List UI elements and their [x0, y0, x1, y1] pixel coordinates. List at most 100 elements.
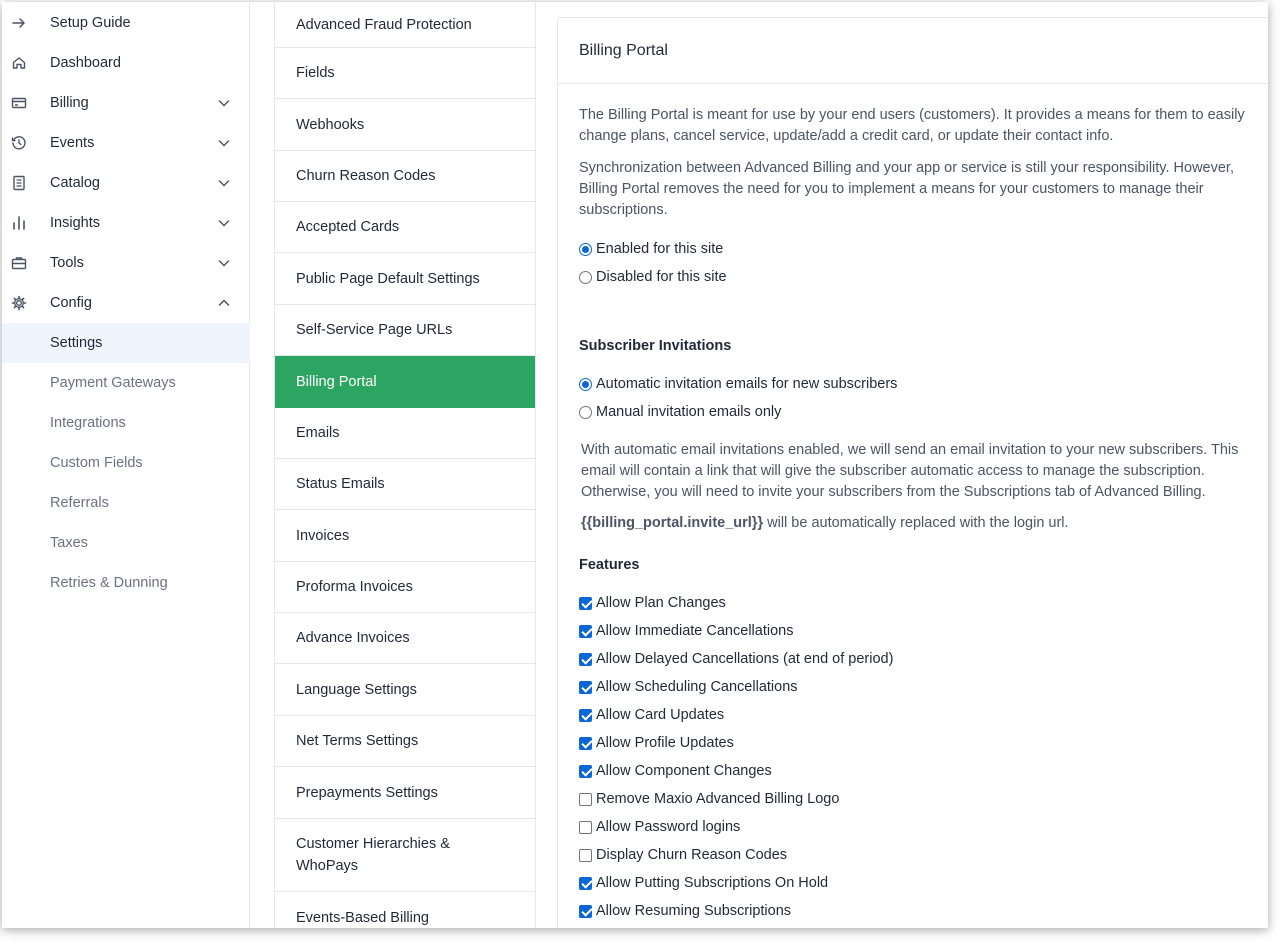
nav-item-events[interactable]: Events: [2, 123, 250, 163]
nav-sub-label: Retries & Dunning: [50, 575, 168, 591]
settings-item-customer-hierarchies[interactable]: Customer Hierarchies & WhoPays: [275, 819, 535, 892]
checkbox[interactable]: [579, 820, 592, 834]
settings-item-label: Status Emails: [296, 476, 385, 492]
radio-label: Enabled for this site: [596, 241, 724, 257]
nav-item-label: Setup Guide: [50, 15, 131, 31]
settings-item-prepayments-settings[interactable]: Prepayments Settings: [275, 767, 535, 819]
feature-remove-logo[interactable]: Remove Maxio Advanced Billing Logo: [579, 789, 839, 809]
checkbox-label: Allow Delayed Cancellations (at end of p…: [596, 651, 894, 667]
radio-enabled-site[interactable]: Enabled for this site: [579, 239, 723, 259]
settings-item-events-based-billing[interactable]: Events-Based Billing: [275, 892, 535, 928]
checkbox[interactable]: [579, 708, 592, 722]
checkbox[interactable]: [579, 736, 592, 750]
settings-item-accepted-cards[interactable]: Accepted Cards: [275, 202, 535, 253]
nav-sub-payment-gateways[interactable]: Payment Gateways: [2, 363, 250, 403]
panel-header: Billing Portal: [558, 18, 1268, 84]
settings-item-label: Webhooks: [296, 116, 365, 133]
chevron-up-icon[interactable]: [216, 295, 232, 311]
nav-item-dashboard[interactable]: Dashboard: [2, 43, 250, 83]
checkbox[interactable]: [579, 764, 592, 778]
nav-sub-label: Taxes: [50, 535, 88, 551]
nav-item-catalog[interactable]: Catalog: [2, 163, 250, 203]
nav-item-setup-guide[interactable]: Setup Guide: [2, 3, 250, 43]
settings-item-language-settings[interactable]: Language Settings: [275, 664, 535, 716]
nav-sub-retries-dunning[interactable]: Retries & Dunning: [2, 563, 250, 603]
settings-item-billing-portal[interactable]: Billing Portal: [275, 356, 535, 408]
feature-allow-scheduling-cancellations[interactable]: Allow Scheduling Cancellations: [579, 677, 798, 697]
checkbox-label: Allow Putting Subscriptions On Hold: [596, 875, 829, 891]
arrow-right-icon: [10, 14, 28, 32]
nav-sub-label: Settings: [50, 335, 103, 351]
radio-manual[interactable]: [579, 405, 592, 419]
sync-paragraph: Synchronization between Advanced Billing…: [579, 160, 1234, 218]
home-icon: [10, 54, 28, 72]
checkbox[interactable]: [579, 652, 592, 666]
feature-allow-profile-updates[interactable]: Allow Profile Updates: [579, 733, 734, 753]
radio-disabled-site[interactable]: Disabled for this site: [579, 267, 727, 287]
feature-allow-card-updates[interactable]: Allow Card Updates: [579, 705, 724, 725]
feature-allow-plan-changes[interactable]: Allow Plan Changes: [579, 593, 726, 613]
radio-disabled[interactable]: [579, 270, 592, 284]
settings-item-label: Accepted Cards: [296, 219, 400, 235]
feature-allow-password-logins[interactable]: Allow Password logins: [579, 817, 740, 837]
nav-sub-settings[interactable]: Settings: [2, 323, 250, 363]
checkbox[interactable]: [579, 792, 592, 806]
settings-item-self-service-page-urls[interactable]: Self-Service Page URLs: [275, 305, 535, 356]
checkbox[interactable]: [579, 680, 592, 694]
nav-sub-integrations[interactable]: Integrations: [2, 403, 250, 443]
catalog-icon: [10, 174, 28, 192]
chevron-down-icon[interactable]: [216, 95, 232, 111]
nav-sub-taxes[interactable]: Taxes: [2, 523, 250, 563]
chevron-down-icon[interactable]: [216, 175, 232, 191]
settings-item-label: Public Page Default Settings: [296, 270, 480, 287]
radio-automatic[interactable]: [579, 377, 592, 391]
features-title: Features: [579, 557, 640, 573]
settings-item-advanced-fraud-protection[interactable]: Advanced Fraud Protection: [275, 2, 535, 48]
checkbox-label: Allow Profile Updates: [596, 735, 734, 751]
nav-item-insights[interactable]: Insights: [2, 203, 250, 243]
radio-enabled[interactable]: [579, 242, 592, 256]
settings-item-emails[interactable]: Emails: [275, 408, 535, 459]
checkbox[interactable]: [579, 848, 592, 862]
app-window: Setup Guide Dashboard Billing Events Cat…: [2, 2, 1268, 928]
settings-item-label: Churn Reason Codes: [296, 168, 436, 184]
nav-sub-referrals[interactable]: Referrals: [2, 483, 250, 523]
checkbox[interactable]: [579, 876, 592, 890]
feature-allow-delayed-cancellations[interactable]: Allow Delayed Cancellations (at end of p…: [579, 649, 893, 669]
settings-item-churn-reason-codes[interactable]: Churn Reason Codes: [275, 151, 535, 202]
subscriber-invitations-title: Subscriber Invitations: [579, 338, 732, 354]
settings-item-public-page-default-settings[interactable]: Public Page Default Settings: [275, 253, 535, 305]
feature-display-churn-reason-codes[interactable]: Display Churn Reason Codes: [579, 845, 787, 865]
invite-url-text: will be automatically replaced with the …: [763, 515, 1069, 531]
radio-automatic-invitations[interactable]: Automatic invitation emails for new subs…: [579, 374, 897, 394]
chevron-down-icon[interactable]: [216, 215, 232, 231]
settings-item-invoices[interactable]: Invoices: [275, 510, 535, 562]
checkbox[interactable]: [579, 904, 592, 918]
settings-item-label: Invoices: [296, 527, 350, 544]
nav-item-tools[interactable]: Tools: [2, 243, 250, 283]
settings-item-fields[interactable]: Fields: [275, 48, 535, 99]
settings-list: Advanced Fraud Protection Fields Webhook…: [274, 2, 536, 928]
checkbox[interactable]: [579, 624, 592, 638]
nav-sub-custom-fields[interactable]: Custom Fields: [2, 443, 250, 483]
checkbox[interactable]: [579, 596, 592, 610]
nav-item-label: Tools: [50, 255, 84, 271]
settings-item-webhooks[interactable]: Webhooks: [275, 99, 535, 151]
invite-url-token: {{billing_portal.invite_url}}: [581, 515, 764, 531]
feature-allow-on-hold[interactable]: Allow Putting Subscriptions On Hold: [579, 873, 828, 893]
nav-item-config[interactable]: Config: [2, 283, 250, 323]
feature-allow-immediate-cancellations[interactable]: Allow Immediate Cancellations: [579, 621, 793, 641]
radio-manual-invitations[interactable]: Manual invitation emails only: [579, 402, 781, 422]
sidebar-nav: Setup Guide Dashboard Billing Events Cat…: [2, 2, 250, 928]
settings-item-proforma-invoices[interactable]: Proforma Invoices: [275, 562, 535, 613]
settings-item-status-emails[interactable]: Status Emails: [275, 459, 535, 510]
chevron-down-icon[interactable]: [216, 135, 232, 151]
settings-item-net-terms-settings[interactable]: Net Terms Settings: [275, 716, 535, 767]
history-icon: [10, 134, 28, 152]
feature-allow-resuming[interactable]: Allow Resuming Subscriptions: [579, 901, 791, 921]
gear-icon: [10, 294, 28, 312]
chevron-down-icon[interactable]: [216, 255, 232, 271]
feature-allow-component-changes[interactable]: Allow Component Changes: [579, 761, 772, 781]
settings-item-advance-invoices[interactable]: Advance Invoices: [275, 613, 535, 664]
nav-item-billing[interactable]: Billing: [2, 83, 250, 123]
